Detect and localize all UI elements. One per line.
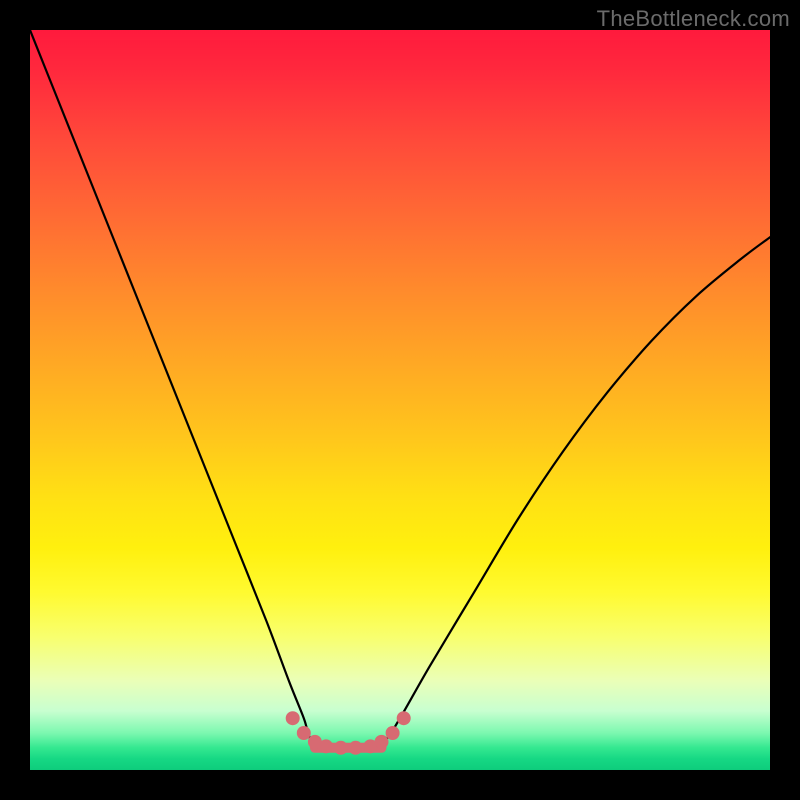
chart-frame: TheBottleneck.com xyxy=(0,0,800,800)
bottleneck-curve xyxy=(30,30,770,748)
watermark-text: TheBottleneck.com xyxy=(597,6,790,32)
chart-svg xyxy=(30,30,770,770)
plot-area xyxy=(30,30,770,770)
